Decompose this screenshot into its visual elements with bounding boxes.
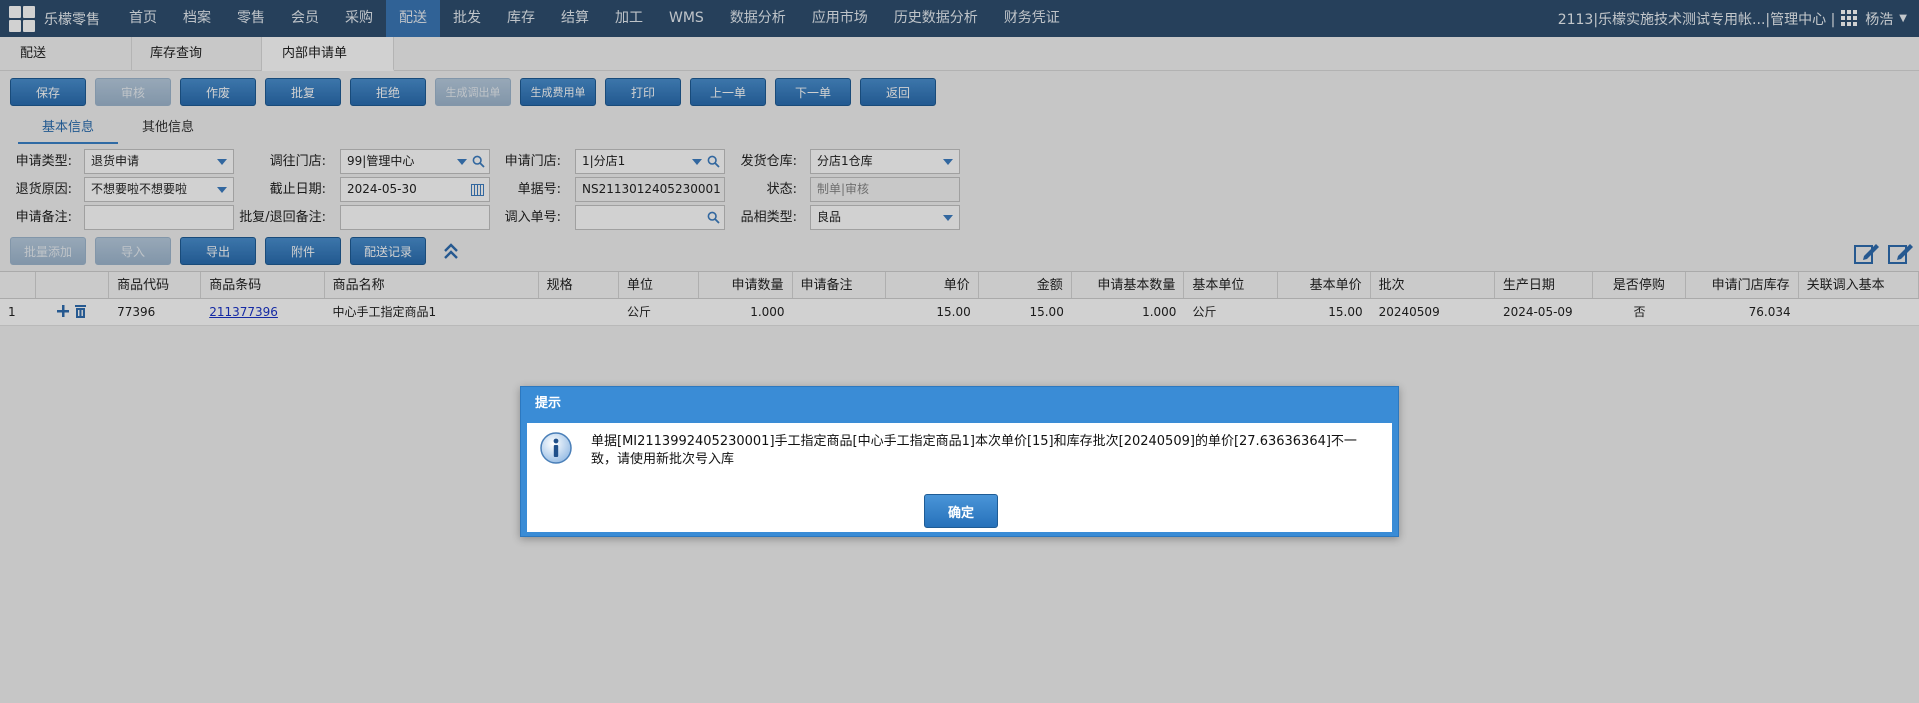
- dialog-title: 提示: [535, 396, 562, 411]
- info-icon: [540, 432, 572, 464]
- alert-dialog: 提示 单据[MI2113992405230001]手工指定商品[中心手工指定商品…: [520, 386, 1399, 537]
- dialog-body: 单据[MI2113992405230001]手工指定商品[中心手工指定商品1]本…: [527, 423, 1392, 532]
- dialog-message: 单据[MI2113992405230001]手工指定商品[中心手工指定商品1]本…: [591, 434, 1357, 467]
- modal-overlay: [0, 0, 1919, 703]
- ok-button[interactable]: 确定: [924, 494, 998, 528]
